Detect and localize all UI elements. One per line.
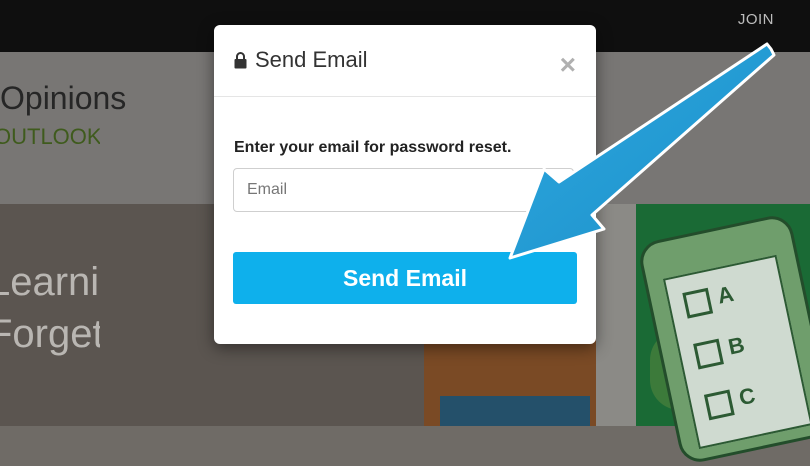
email-field[interactable] <box>233 168 574 212</box>
option-label-b: B <box>725 331 747 360</box>
checkbox-option-b <box>693 338 724 370</box>
option-label-c: C <box>736 382 758 411</box>
email-prompt-label: Enter your email for password reset. <box>234 139 512 156</box>
modal-title-text: Send Email <box>255 47 368 72</box>
option-label-a: A <box>715 280 736 309</box>
checkbox-option-a <box>682 287 714 319</box>
hero-headline: Learning Forget in <box>0 256 100 360</box>
join-link[interactable]: JOIN <box>738 11 774 28</box>
checkbox-option-c <box>703 389 735 421</box>
modal-header: Send Email × <box>214 25 596 97</box>
hero-image-keyboard <box>440 396 590 426</box>
phone-screen: A B C <box>662 254 810 450</box>
brand-tagline: OUTLOOK GROUP <box>0 124 100 149</box>
hero-headline-line2: Forget in <box>0 312 100 356</box>
modal-title: Send Email <box>234 47 368 73</box>
close-button[interactable]: × <box>560 51 576 79</box>
phone-illustration: A B C <box>636 212 810 466</box>
hero-image-divider <box>596 204 636 426</box>
send-email-button[interactable]: Send Email <box>233 252 577 304</box>
send-email-modal: Send Email × Enter your email for passwo… <box>214 25 596 344</box>
brand-name: Opinions <box>0 80 127 116</box>
lock-icon <box>234 51 247 68</box>
hero-headline-line1: Learning <box>0 260 100 304</box>
